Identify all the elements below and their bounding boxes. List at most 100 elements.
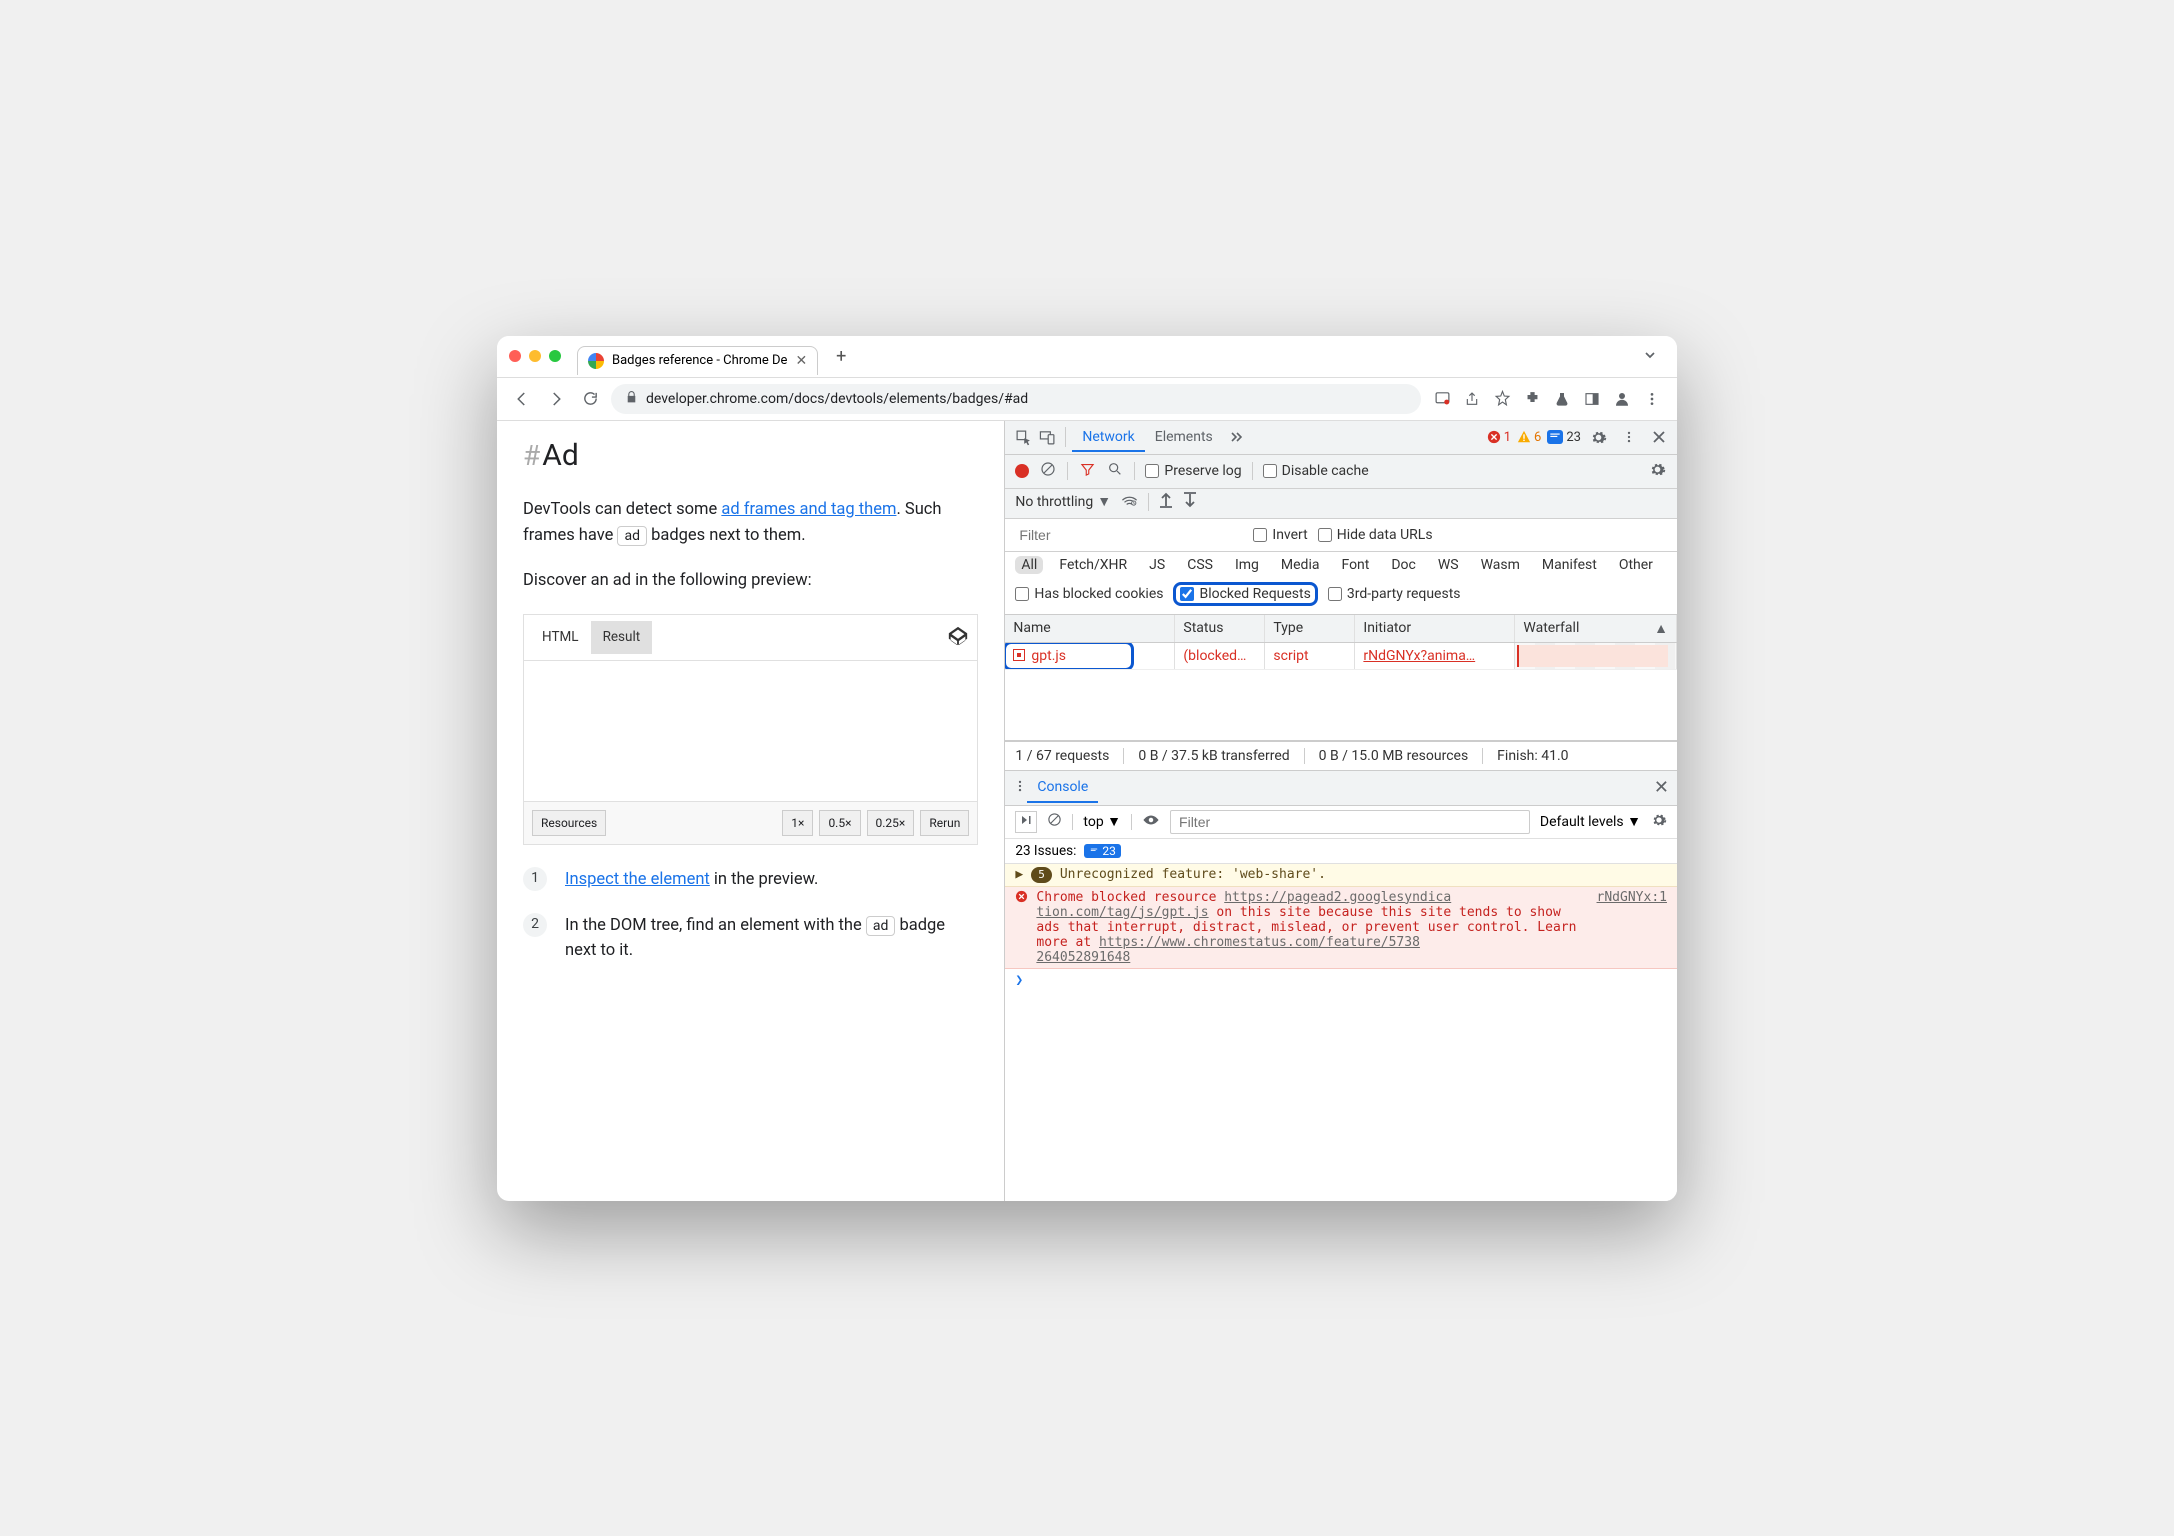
- network-status-bar: 1 / 67 requests 0 B / 37.5 kB transferre…: [1005, 741, 1677, 771]
- inspect-link[interactable]: Inspect the element: [565, 870, 710, 889]
- tab-elements[interactable]: Elements: [1145, 422, 1223, 452]
- export-har-icon[interactable]: [1183, 492, 1197, 512]
- live-expression-icon[interactable]: [1142, 814, 1160, 830]
- minimize-window-button[interactable]: [529, 350, 541, 362]
- menu-icon[interactable]: [1639, 386, 1665, 412]
- preserve-log-checkbox[interactable]: Preserve log: [1145, 463, 1241, 479]
- rerun-button[interactable]: Rerun: [920, 810, 969, 837]
- tab-title: Badges reference - Chrome De: [612, 353, 787, 368]
- console-warning[interactable]: ▶ 5 Unrecognized feature: 'web-share'.: [1005, 864, 1677, 887]
- console-filter-input[interactable]: [1170, 810, 1530, 834]
- device-mode-icon[interactable]: [1035, 429, 1059, 446]
- close-devtools-icon[interactable]: [1647, 430, 1671, 444]
- browser-tab[interactable]: Badges reference - Chrome De ✕: [577, 346, 818, 375]
- address-bar[interactable]: developer.chrome.com/docs/devtools/eleme…: [611, 384, 1421, 414]
- url-text: developer.chrome.com/docs/devtools/eleme…: [646, 391, 1028, 407]
- col-status[interactable]: Status: [1175, 615, 1265, 642]
- type-js[interactable]: JS: [1143, 556, 1171, 574]
- share-icon[interactable]: [1459, 386, 1485, 412]
- close-window-button[interactable]: [509, 350, 521, 362]
- clear-icon[interactable]: [1039, 461, 1057, 481]
- console-settings-icon[interactable]: [1651, 812, 1667, 832]
- network-settings-icon[interactable]: [1649, 461, 1667, 482]
- console-sidebar-toggle[interactable]: [1015, 811, 1037, 833]
- filter-input[interactable]: [1013, 523, 1243, 547]
- embed-body: [524, 661, 977, 801]
- console-error[interactable]: Chrome blocked resource https://pagead2.…: [1005, 887, 1677, 969]
- type-manifest[interactable]: Manifest: [1536, 556, 1603, 574]
- ad-frames-link[interactable]: ad frames and tag them: [721, 500, 896, 519]
- type-media[interactable]: Media: [1275, 556, 1326, 574]
- clear-console-icon[interactable]: [1047, 812, 1062, 831]
- extensions-icon[interactable]: [1519, 386, 1545, 412]
- col-initiator[interactable]: Initiator: [1355, 615, 1515, 642]
- settings-icon[interactable]: [1587, 429, 1611, 446]
- invert-checkbox[interactable]: Invert: [1253, 527, 1307, 543]
- waterfall-bar: [1517, 645, 1668, 667]
- zoom-1x-button[interactable]: 1×: [782, 810, 813, 837]
- type-all[interactable]: All: [1015, 556, 1043, 574]
- codepen-logo-icon[interactable]: [947, 625, 971, 649]
- type-doc[interactable]: Doc: [1385, 556, 1422, 574]
- error-count[interactable]: 1: [1487, 430, 1511, 445]
- col-waterfall[interactable]: Waterfall ▲: [1515, 615, 1677, 642]
- step-2: In the DOM tree, find an element with th…: [523, 913, 978, 964]
- filter-icon[interactable]: [1078, 462, 1096, 481]
- type-ws[interactable]: WS: [1432, 556, 1465, 574]
- context-select[interactable]: top ▼: [1083, 813, 1121, 830]
- tab-overflow-icon[interactable]: [1635, 343, 1665, 370]
- record-button[interactable]: [1015, 464, 1029, 478]
- maximize-window-button[interactable]: [549, 350, 561, 362]
- cell-initiator[interactable]: rNdGNYx?anima…: [1355, 643, 1515, 669]
- lock-icon: [625, 390, 638, 408]
- bookmark-icon[interactable]: [1489, 386, 1515, 412]
- message-count[interactable]: 23: [1547, 430, 1581, 445]
- labs-icon[interactable]: [1549, 386, 1575, 412]
- blocked-requests-checkbox[interactable]: Blocked Requests: [1180, 586, 1310, 602]
- translate-icon[interactable]: [1429, 386, 1455, 412]
- status-resources: 0 B / 15.0 MB resources: [1319, 748, 1484, 764]
- throttling-select[interactable]: No throttling ▼: [1015, 493, 1111, 510]
- embed-tab-result[interactable]: Result: [591, 621, 653, 654]
- type-wasm[interactable]: Wasm: [1475, 556, 1526, 574]
- sidepanel-icon[interactable]: [1579, 386, 1605, 412]
- network-conditions-icon[interactable]: [1121, 492, 1138, 511]
- disable-cache-checkbox[interactable]: Disable cache: [1263, 463, 1369, 479]
- tab-network[interactable]: Network: [1072, 422, 1144, 452]
- type-img[interactable]: Img: [1229, 556, 1265, 574]
- type-css[interactable]: CSS: [1181, 556, 1219, 574]
- tab-console[interactable]: Console: [1027, 773, 1098, 803]
- log-levels-select[interactable]: Default levels ▼: [1540, 813, 1641, 830]
- console-prompt[interactable]: ❯: [1005, 969, 1677, 992]
- col-name[interactable]: Name: [1005, 615, 1175, 642]
- error-source-link[interactable]: rNdGNYx:1: [1597, 890, 1667, 905]
- forward-button[interactable]: [543, 386, 569, 412]
- has-blocked-cookies-checkbox[interactable]: Has blocked cookies: [1015, 582, 1163, 606]
- devtools-menu-icon[interactable]: [1617, 429, 1641, 445]
- network-row[interactable]: gpt.js (blocked… script rNdGNYx?anima…: [1005, 643, 1677, 670]
- reload-button[interactable]: [577, 386, 603, 412]
- inspect-icon[interactable]: [1011, 429, 1035, 446]
- type-fetch[interactable]: Fetch/XHR: [1053, 556, 1133, 574]
- hide-data-urls-checkbox[interactable]: Hide data URLs: [1318, 527, 1433, 543]
- col-type[interactable]: Type: [1265, 615, 1355, 642]
- warning-count[interactable]: 6: [1517, 430, 1541, 445]
- close-tab-icon[interactable]: ✕: [795, 353, 807, 369]
- codepen-embed: HTML Result Resources 1× 0.5× 0.25× Reru…: [523, 614, 978, 846]
- search-icon[interactable]: [1106, 461, 1124, 481]
- console-menu-icon[interactable]: [1013, 778, 1027, 798]
- more-tabs-icon[interactable]: [1223, 430, 1247, 444]
- resources-button[interactable]: Resources: [532, 810, 606, 837]
- zoom-05x-button[interactable]: 0.5×: [819, 810, 860, 837]
- import-har-icon[interactable]: [1159, 492, 1173, 512]
- close-console-icon[interactable]: ✕: [1654, 777, 1669, 798]
- embed-tab-html[interactable]: HTML: [530, 621, 591, 654]
- zoom-025x-button[interactable]: 0.25×: [867, 810, 915, 837]
- profile-icon[interactable]: [1609, 386, 1635, 412]
- issues-row[interactable]: 23 Issues: 23: [1005, 839, 1677, 864]
- thirdparty-checkbox[interactable]: 3rd-party requests: [1328, 582, 1461, 606]
- new-tab-button[interactable]: +: [826, 346, 856, 367]
- type-other[interactable]: Other: [1613, 556, 1659, 574]
- back-button[interactable]: [509, 386, 535, 412]
- type-font[interactable]: Font: [1335, 556, 1375, 574]
